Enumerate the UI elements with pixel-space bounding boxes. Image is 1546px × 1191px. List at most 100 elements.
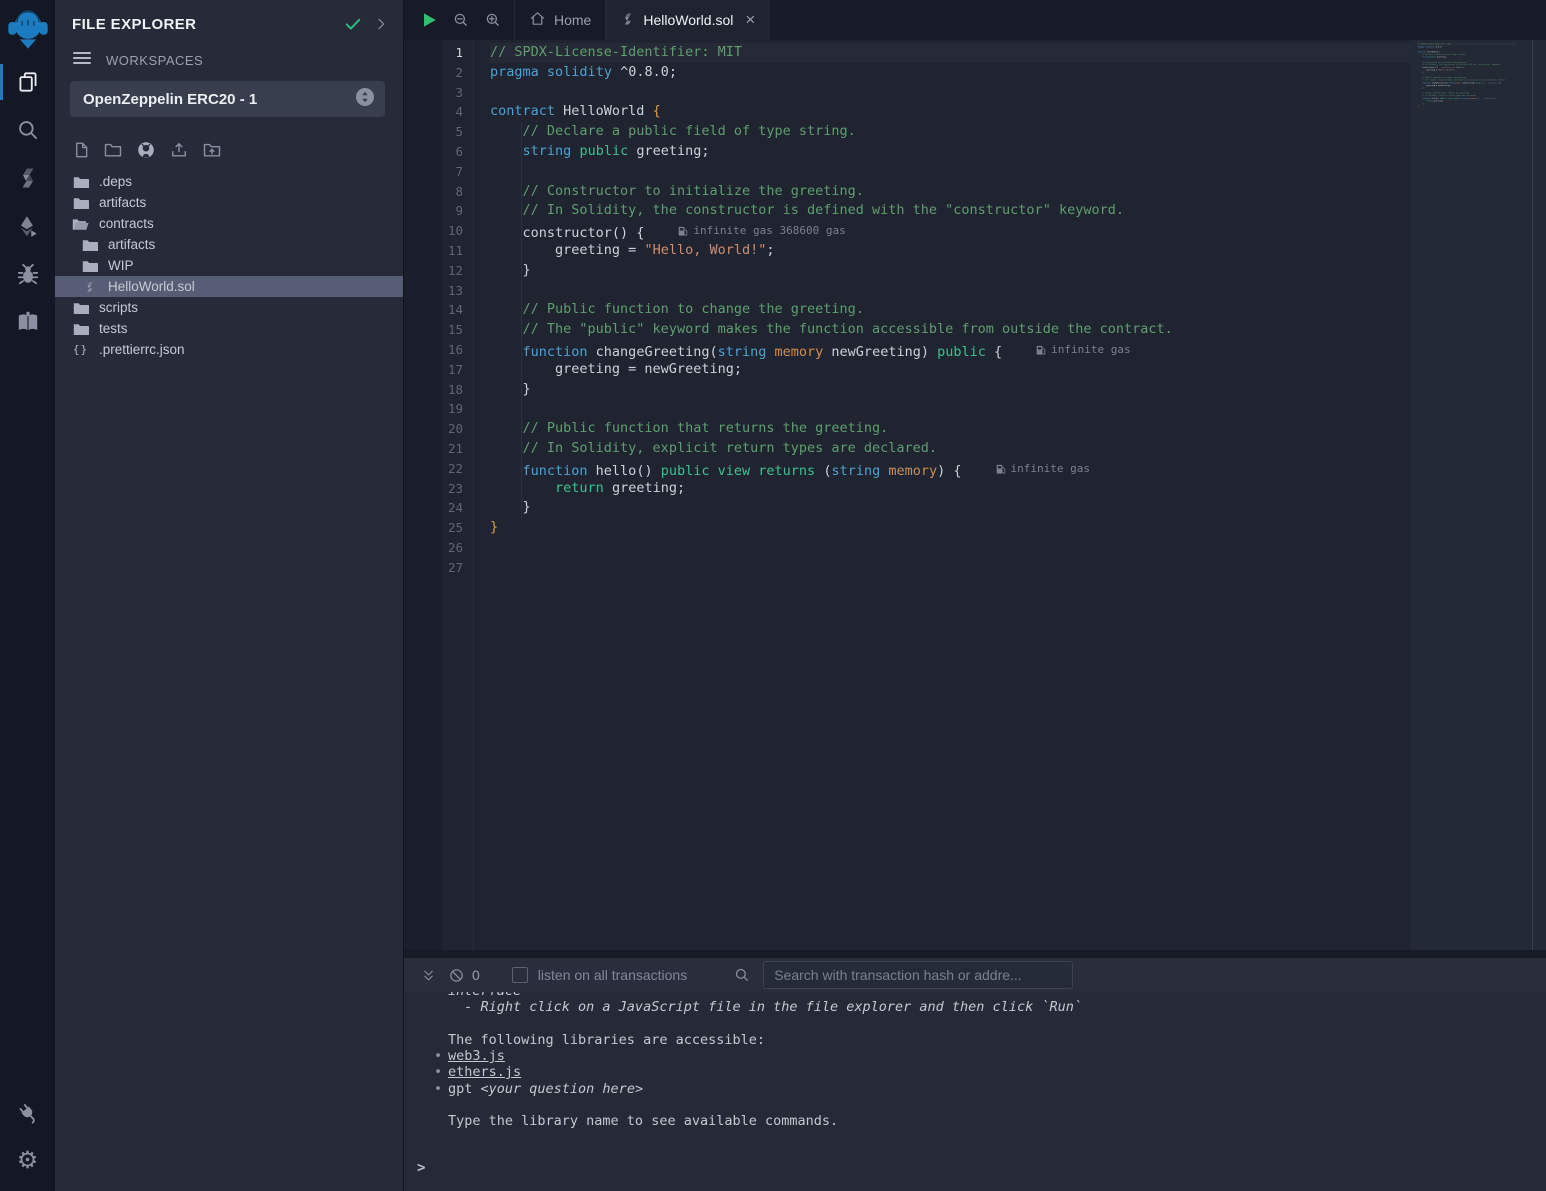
tree-item-label: artifacts bbox=[99, 195, 146, 210]
minimap-content: // SPDX-License-Identifier: MITpragma so… bbox=[1418, 43, 1517, 112]
plugin-manager-icon[interactable] bbox=[0, 1089, 55, 1137]
terminal-panel: 0 listen on all transactions interface -… bbox=[404, 950, 1546, 1191]
code-editor[interactable]: 1234567891011121314151617181920212223242… bbox=[404, 40, 1546, 950]
code-line[interactable]: greeting = newGreeting; bbox=[490, 360, 1546, 380]
listen-transactions-label: listen on all transactions bbox=[538, 967, 687, 983]
tree-item-label: scripts bbox=[99, 300, 138, 315]
code-line[interactable]: // Declare a public field of type string… bbox=[490, 122, 1546, 142]
file-explorer-panel: FILE EXPLORER WORKSPACES OpenZeppelin ER… bbox=[55, 0, 404, 1191]
code-line[interactable]: } bbox=[490, 498, 1546, 518]
tree-item-label: .deps bbox=[99, 174, 132, 189]
deploy-and-run-icon[interactable] bbox=[0, 202, 55, 250]
tree-item-label: HelloWorld.sol bbox=[108, 279, 195, 294]
clone-github-icon[interactable] bbox=[135, 139, 157, 161]
tab-helloworld-sol[interactable]: HelloWorld.sol × bbox=[606, 0, 770, 40]
code-line[interactable]: } bbox=[490, 518, 1546, 538]
workspace-select[interactable]: OpenZeppelin ERC20 - 1 bbox=[70, 81, 385, 117]
solidity-compiler-icon[interactable] bbox=[0, 154, 55, 202]
workspace-switch-icon[interactable] bbox=[355, 87, 375, 112]
tree-item-scripts[interactable]: scripts bbox=[55, 297, 403, 318]
file-tree: .depsartifactscontractsartifactsWIPHello… bbox=[55, 171, 403, 360]
code-line[interactable]: return greeting; bbox=[490, 479, 1546, 499]
folder-icon bbox=[72, 321, 89, 337]
tree-item-wip[interactable]: WIP bbox=[55, 255, 403, 276]
terminal-clipped-line: interface bbox=[448, 992, 1546, 999]
code-line[interactable]: } bbox=[490, 380, 1546, 400]
code-line[interactable]: greeting = "Hello, World!"; bbox=[490, 241, 1546, 261]
remix-ide-window: ⚙ FILE EXPLORER WORKSPACES OpenZeppelin … bbox=[0, 0, 1546, 1191]
tree-item-artifacts[interactable]: artifacts bbox=[55, 192, 403, 213]
code-line[interactable] bbox=[490, 281, 1546, 301]
remix-logo-icon[interactable] bbox=[0, 0, 55, 58]
upload-file-icon[interactable] bbox=[168, 140, 190, 160]
terminal-line bbox=[448, 1097, 1546, 1113]
code-line[interactable]: // In Solidity, the constructor is defin… bbox=[490, 201, 1546, 221]
new-file-icon[interactable] bbox=[72, 140, 91, 160]
code-line[interactable]: // Public function that returns the gree… bbox=[490, 419, 1546, 439]
code-line[interactable]: } bbox=[490, 261, 1546, 281]
gas-estimate-widget: infinite gas 368600 gas bbox=[678, 221, 845, 241]
code-line[interactable] bbox=[490, 558, 1546, 578]
terminal-prompt[interactable]: > bbox=[417, 1160, 1546, 1176]
terminal-line: •ethers.js bbox=[448, 1064, 1546, 1080]
search-icon[interactable] bbox=[0, 106, 55, 154]
terminal-link[interactable]: ethers.js bbox=[448, 1064, 521, 1080]
code-line[interactable]: function hello() public view returns (st… bbox=[490, 459, 1546, 479]
folder-icon bbox=[81, 237, 98, 253]
tree-item-artifacts[interactable]: artifacts bbox=[55, 234, 403, 255]
code-line[interactable]: contract HelloWorld { bbox=[490, 102, 1546, 122]
code-line[interactable] bbox=[490, 399, 1546, 419]
tab-helloworld-label: HelloWorld.sol bbox=[643, 12, 733, 28]
code-line[interactable]: string public greeting; bbox=[490, 142, 1546, 162]
json-icon: {} bbox=[72, 342, 89, 358]
chevron-right-icon[interactable] bbox=[373, 16, 389, 32]
code-line[interactable]: // Constructor to initialize the greetin… bbox=[490, 182, 1546, 202]
settings-gear-icon[interactable]: ⚙ bbox=[0, 1137, 55, 1185]
terminal-search-icon bbox=[733, 966, 751, 984]
code-line[interactable]: // SPDX-License-Identifier: MIT bbox=[490, 43, 1546, 63]
tree-item-label: tests bbox=[99, 321, 128, 336]
code-line[interactable]: function changeGreeting(string memory ne… bbox=[490, 340, 1546, 360]
debugger-icon[interactable] bbox=[0, 250, 55, 298]
code-line[interactable] bbox=[490, 538, 1546, 558]
code-line[interactable]: // In Solidity, explicit return types ar… bbox=[490, 439, 1546, 459]
upload-folder-icon[interactable] bbox=[201, 140, 223, 160]
folder-icon bbox=[72, 174, 89, 190]
zoom-out-icon[interactable] bbox=[448, 7, 474, 33]
terminal-search-input[interactable] bbox=[763, 961, 1073, 989]
workspaces-menu-icon[interactable] bbox=[72, 50, 92, 71]
code-line[interactable]: // The "public" keyword makes the functi… bbox=[490, 320, 1546, 340]
code-line[interactable] bbox=[490, 162, 1546, 182]
file-explorer-icon[interactable] bbox=[0, 58, 55, 106]
listen-transactions-checkbox[interactable] bbox=[512, 967, 528, 983]
code-content[interactable]: // SPDX-License-Identifier: MITpragma so… bbox=[473, 40, 1546, 950]
terminal-line: - Right click on a JavaScript file in th… bbox=[448, 999, 1546, 1015]
terminal-collapse-icon[interactable] bbox=[414, 968, 442, 983]
terminal-link[interactable]: web3.js bbox=[448, 1048, 505, 1064]
tree-item-helloworld-sol[interactable]: HelloWorld.sol bbox=[55, 276, 403, 297]
learneth-book-icon[interactable] bbox=[0, 298, 55, 346]
solidity-icon bbox=[81, 279, 98, 295]
tree-item-contracts[interactable]: contracts bbox=[55, 213, 403, 234]
terminal-line: •gpt <your question here> bbox=[448, 1081, 1546, 1097]
code-line[interactable] bbox=[490, 83, 1546, 103]
tree-item--deps[interactable]: .deps bbox=[55, 171, 403, 192]
home-icon bbox=[529, 10, 546, 30]
code-line[interactable]: constructor() {infinite gas 368600 gas bbox=[490, 221, 1546, 241]
editor-column: Home HelloWorld.sol × 123456789101112131… bbox=[404, 0, 1546, 1191]
minimap[interactable]: // SPDX-License-Identifier: MITpragma so… bbox=[1410, 40, 1546, 950]
tab-close-icon[interactable]: × bbox=[745, 10, 755, 30]
terminal-toolbar: 0 listen on all transactions bbox=[404, 958, 1546, 992]
tree-item-label: .prettierrc.json bbox=[99, 342, 185, 357]
zoom-in-icon[interactable] bbox=[480, 7, 506, 33]
code-line[interactable]: pragma solidity ^0.8.0; bbox=[490, 63, 1546, 83]
tab-home[interactable]: Home bbox=[514, 0, 606, 40]
tree-item-tests[interactable]: tests bbox=[55, 318, 403, 339]
run-play-button[interactable] bbox=[416, 7, 442, 33]
code-line[interactable] bbox=[1418, 110, 1517, 113]
tree-item--prettierrc-json[interactable]: {} .prettierrc.json bbox=[55, 339, 403, 360]
code-line[interactable]: // Public function to change the greetin… bbox=[490, 300, 1546, 320]
terminal-clear-icon[interactable] bbox=[442, 967, 470, 984]
new-folder-icon[interactable] bbox=[102, 140, 124, 160]
accept-check-icon[interactable] bbox=[343, 14, 363, 34]
